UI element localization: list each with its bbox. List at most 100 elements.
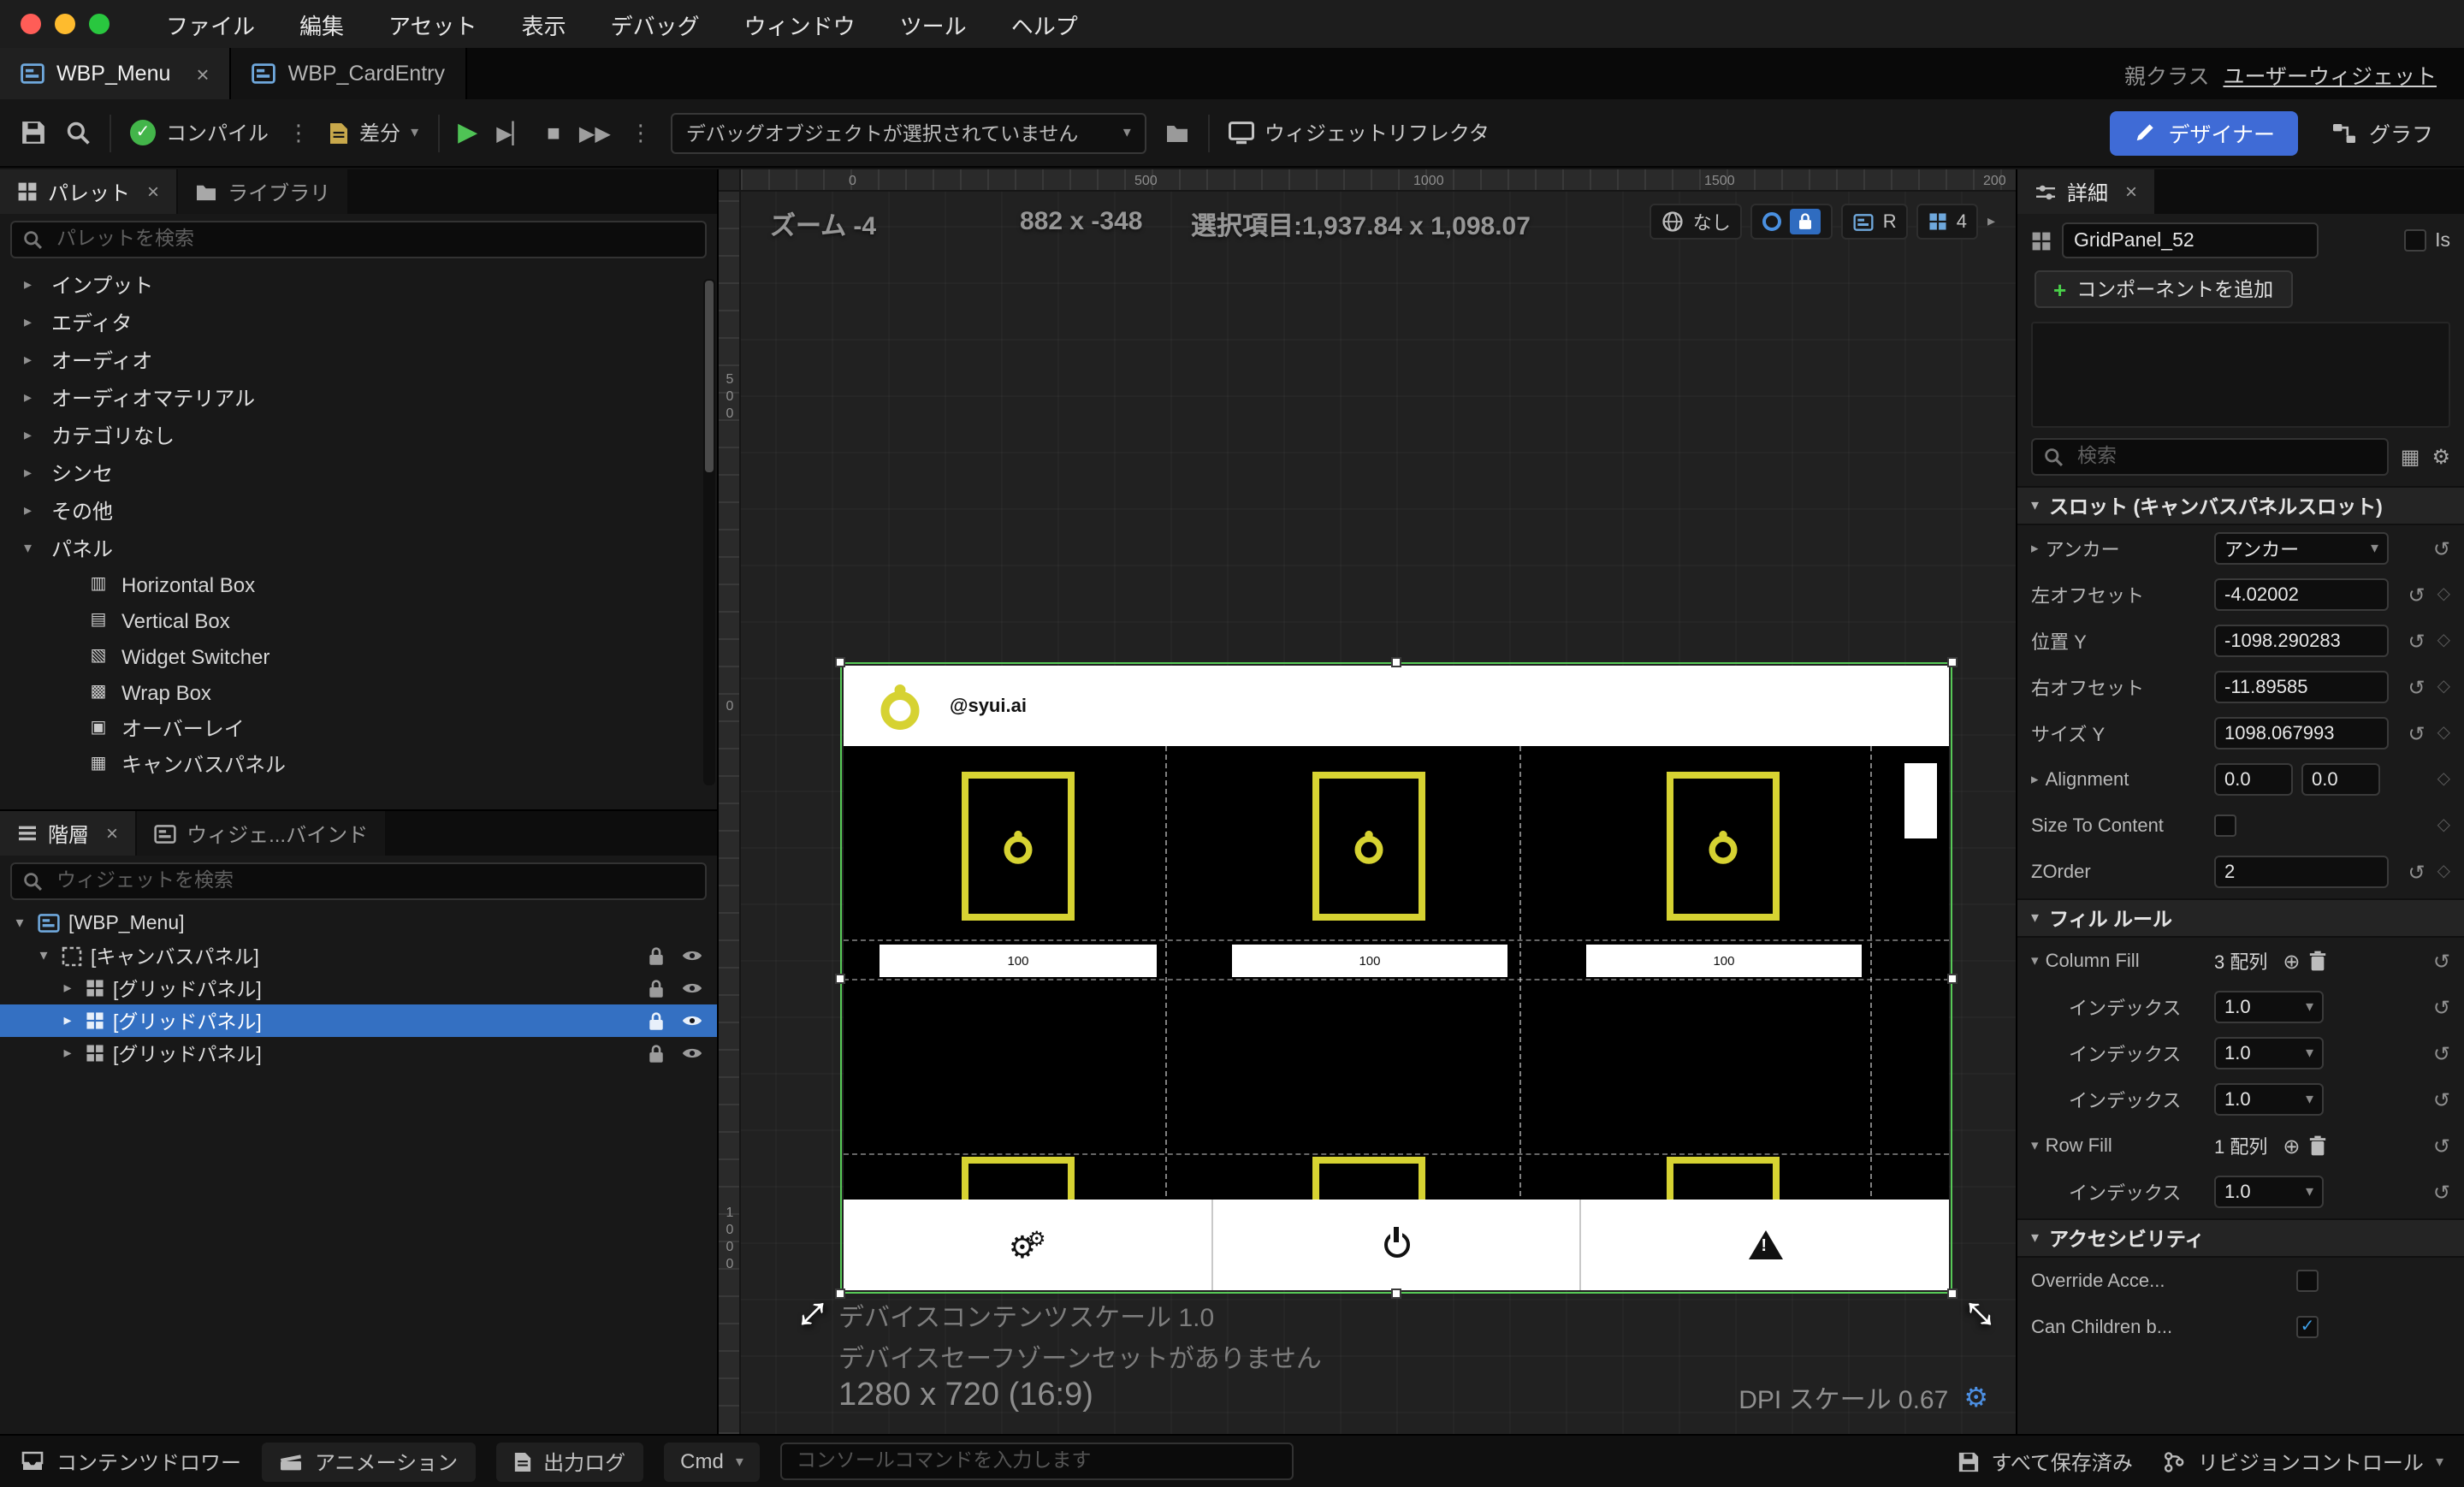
display-filter-icon[interactable]: ▦ [2401, 445, 2420, 469]
lock-icon[interactable] [647, 1010, 666, 1031]
palette-scrollbar[interactable] [703, 279, 715, 785]
chevron-down-icon[interactable]: ▾ [34, 946, 53, 965]
screen-size-icon[interactable] [1854, 213, 1875, 230]
localization-preview-button[interactable]: なし [1650, 204, 1743, 240]
menu-asset[interactable]: アセット [366, 8, 500, 40]
chevron-down-icon[interactable]: ▾ [10, 914, 29, 933]
grid-snap-icon[interactable] [1929, 212, 1948, 231]
menu-help[interactable]: ヘルプ [989, 8, 1100, 40]
resize-handle[interactable] [1391, 657, 1401, 667]
lock-icon[interactable] [647, 945, 666, 966]
chevron-right-icon[interactable]: ▸ [1987, 212, 1995, 231]
bind-diamond-icon[interactable]: ◇ [2437, 632, 2450, 649]
lock-icon[interactable] [647, 1043, 666, 1063]
trash-icon[interactable] [2309, 1135, 2328, 1157]
visibility-icon[interactable] [681, 1013, 703, 1028]
reset-icon[interactable]: ↺ [2433, 1089, 2450, 1110]
menu-window[interactable]: ウィンドウ [722, 8, 878, 40]
resize-handle[interactable] [835, 1289, 845, 1299]
resolution-scale-button[interactable]: R [1883, 211, 1897, 232]
cmd-dropdown-button[interactable]: Cmd ▾ [663, 1442, 761, 1481]
palette-category-other[interactable]: ▸その他 [0, 491, 717, 529]
browse-asset-button[interactable] [65, 120, 91, 145]
resize-handle[interactable] [1391, 1289, 1401, 1299]
chevron-right-icon[interactable]: ▸ [58, 1011, 77, 1030]
save-button[interactable] [21, 120, 46, 145]
palette-item-canvas-panel[interactable]: ▦キャンバスパネル [0, 746, 717, 782]
chevron-down-icon[interactable]: ▾ [2031, 951, 2039, 970]
resize-handle[interactable] [835, 657, 845, 667]
reset-icon[interactable]: ↺ [2433, 1135, 2450, 1156]
design-canvas[interactable]: @syui.ai [844, 666, 1949, 1290]
parent-class-link[interactable]: ユーザーウィジェット [2223, 57, 2437, 90]
size-y-input[interactable]: 1098.067993 [2214, 717, 2389, 749]
index-value-dropdown[interactable]: 1.0▾ [2214, 1037, 2324, 1069]
alignment-x-input[interactable]: 0.0 [2214, 763, 2293, 796]
index-value-dropdown[interactable]: 1.0▾ [2214, 1176, 2324, 1208]
hierarchy-row-grid-panel-3[interactable]: ▸ [グリッドパネル] [0, 1037, 717, 1069]
grid-snap-size-button[interactable]: 4 [1957, 211, 1967, 232]
preview-circle-icon[interactable] [1763, 212, 1782, 231]
resize-handle[interactable] [835, 973, 845, 983]
anchor-dropdown[interactable]: アンカー▾ [2214, 532, 2389, 565]
bind-diamond-icon[interactable]: ◇ [2437, 725, 2450, 742]
bind-diamond-icon[interactable]: ◇ [2437, 586, 2450, 603]
palette-item-wrap-box[interactable]: ▩Wrap Box [0, 674, 717, 710]
palette-item-overlay[interactable]: ▣オーバーレイ [0, 710, 717, 746]
chevron-right-icon[interactable]: ▸ [2031, 770, 2039, 789]
lock-aspect-button[interactable] [1791, 209, 1821, 234]
visibility-icon[interactable] [681, 948, 703, 963]
palette-category-uncategorized[interactable]: ▸カテゴリなし [0, 416, 717, 453]
alignment-y-input[interactable]: 0.0 [2301, 763, 2380, 796]
palette-category-panel[interactable]: ▾パネル [0, 529, 717, 566]
stop-button[interactable]: ■ [547, 121, 560, 144]
palette-category-audio-material[interactable]: ▸オーディオマテリアル [0, 378, 717, 416]
reset-icon[interactable]: ↺ [2408, 862, 2425, 882]
compile-options-icon[interactable]: ⋮ [287, 119, 310, 146]
bind-diamond-icon[interactable]: ◇ [2437, 678, 2450, 696]
bind-diamond-icon[interactable]: ◇ [2437, 817, 2450, 834]
compile-button[interactable]: ✓ コンパイル [130, 118, 269, 147]
content-drawer-button[interactable]: コンテンツドロワー [21, 1447, 241, 1476]
reset-icon[interactable]: ↺ [2408, 723, 2425, 744]
console-command-input[interactable] [781, 1443, 1294, 1480]
index-value-dropdown[interactable]: 1.0▾ [2214, 1083, 2324, 1116]
right-offset-input[interactable]: -11.89585 [2214, 671, 2389, 703]
chevron-right-icon[interactable]: ▸ [58, 979, 77, 998]
section-fill-rules[interactable]: ▾ フィル ルール [2017, 898, 2464, 938]
tab-wbp-menu[interactable]: WBP_Menu × [0, 48, 232, 99]
revision-control-button[interactable]: リビジョンコントロール ▾ [2164, 1447, 2443, 1476]
menu-tools[interactable]: ツール [878, 8, 989, 40]
menu-view[interactable]: 表示 [500, 8, 589, 40]
tab-library[interactable]: ライブラリ [178, 169, 347, 214]
output-log-button[interactable]: 出力ログ [495, 1442, 643, 1481]
designer-viewport[interactable]: 0 500 1000 1500 200 500 0 1000 ズーム -4 88… [719, 169, 2016, 1434]
palette-category-input[interactable]: ▸インプット [0, 265, 717, 303]
index-value-dropdown[interactable]: 1.0▾ [2214, 991, 2324, 1023]
details-search-input[interactable] [2074, 445, 2377, 469]
close-window-button[interactable] [21, 14, 41, 34]
trash-icon[interactable] [2309, 950, 2328, 972]
lock-icon[interactable] [647, 978, 666, 998]
palette-category-synth[interactable]: ▸シンセ [0, 453, 717, 491]
palette-item-vertical-box[interactable]: ▤Vertical Box [0, 602, 717, 638]
save-status-button[interactable]: すべて保存済み [1958, 1447, 2133, 1476]
tab-details[interactable]: 詳細 × [2017, 169, 2154, 214]
reset-icon[interactable]: ↺ [2433, 1182, 2450, 1202]
bind-diamond-icon[interactable]: ◇ [2437, 771, 2450, 788]
palette-category-editor[interactable]: ▸エディタ [0, 303, 717, 341]
override-accessibility-checkbox[interactable] [2296, 1270, 2319, 1292]
bind-diamond-icon[interactable]: ◇ [2437, 863, 2450, 880]
can-children-checkbox[interactable]: ✓ [2296, 1316, 2319, 1338]
chevron-right-icon[interactable]: ▸ [58, 1044, 77, 1063]
chevron-right-icon[interactable]: ▸ [2031, 539, 2039, 558]
close-icon[interactable]: × [147, 180, 159, 204]
maximize-window-button[interactable] [89, 14, 110, 34]
tab-wbp-cardentry[interactable]: WBP_CardEntry [232, 48, 467, 99]
resize-handle[interactable] [1947, 1289, 1958, 1299]
frame-skip-button[interactable]: ▶▏ [496, 122, 528, 143]
add-component-button[interactable]: + コンポーネントを追加 [2035, 270, 2292, 308]
left-offset-input[interactable]: -4.02002 [2214, 578, 2389, 611]
reset-icon[interactable]: ↺ [2433, 538, 2450, 559]
debug-object-dropdown[interactable]: デバッグオブジェクトが選択されていません ▾ [671, 112, 1146, 153]
